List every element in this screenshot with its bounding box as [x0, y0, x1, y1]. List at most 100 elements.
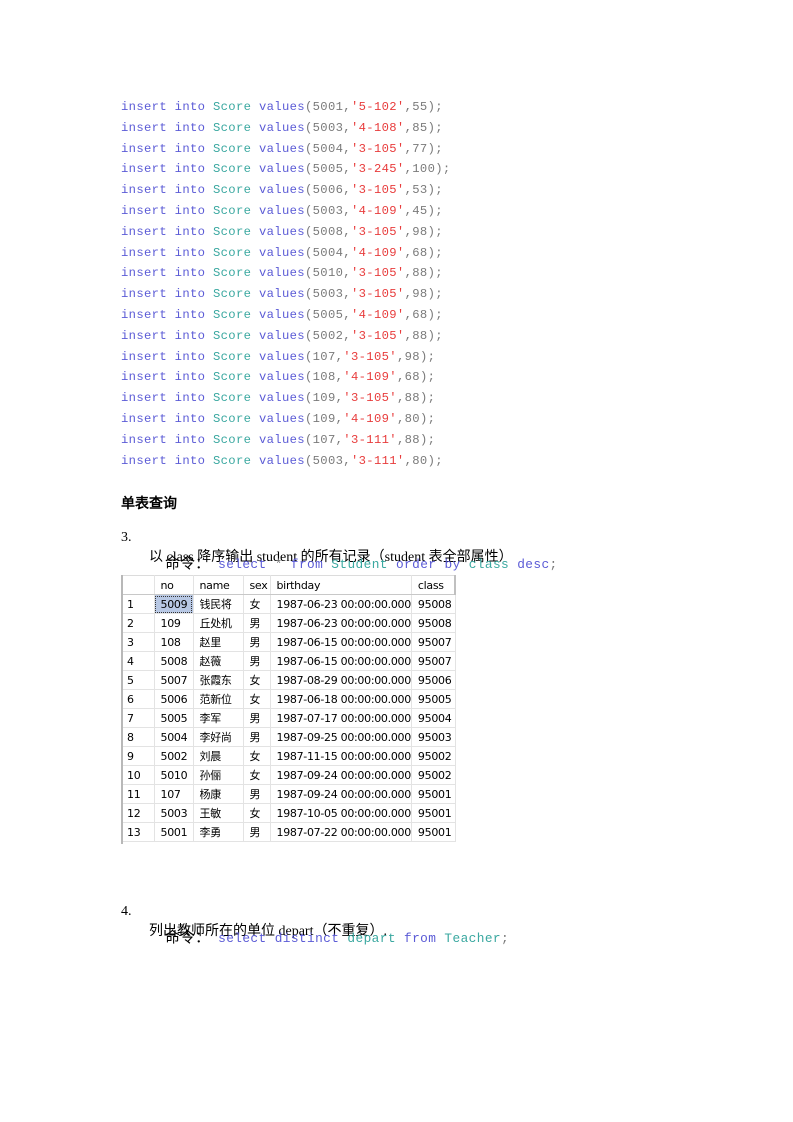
cell-name[interactable]: 赵里	[192, 632, 244, 652]
row-number[interactable]: 7	[121, 708, 155, 728]
cell-birthday[interactable]: 1987-06-15 00:00:00.000	[269, 632, 412, 652]
cell-no[interactable]: 5003	[153, 803, 194, 823]
cell-sex[interactable]: 女	[242, 746, 271, 766]
cell-class[interactable]: 95001	[410, 803, 456, 823]
cell-name[interactable]: 丘处机	[192, 613, 244, 633]
cell-sex[interactable]: 男	[242, 822, 271, 842]
row-number[interactable]: 9	[121, 746, 155, 766]
cell-birthday[interactable]: 1987-06-23 00:00:00.000	[269, 613, 412, 633]
cell-class[interactable]: 95002	[410, 765, 456, 785]
column-header-birthday[interactable]: birthday	[269, 575, 412, 595]
cell-name[interactable]: 赵薇	[192, 651, 244, 671]
table-row[interactable]: 6 5006 范新位女 1987-06-18 00:00:00.000 95005	[121, 689, 456, 709]
cell-name[interactable]: 李好尚	[192, 727, 244, 747]
cell-class[interactable]: 95001	[410, 822, 456, 842]
cell-no[interactable]: 5009	[153, 594, 194, 614]
row-number[interactable]: 10	[121, 765, 155, 785]
cell-sex[interactable]: 女	[242, 803, 271, 823]
cell-no[interactable]: 5010	[153, 765, 194, 785]
table-row[interactable]: 8 5004 李好尚男 1987-09-25 00:00:00.000 95003	[121, 727, 456, 747]
cell-sex[interactable]: 女	[242, 765, 271, 785]
cell-no[interactable]: 107	[153, 784, 194, 804]
table-row[interactable]: 12 5003 王敏女 1987-10-05 00:00:00.000 95001	[121, 803, 456, 823]
cell-name[interactable]: 王敏	[192, 803, 244, 823]
cell-class[interactable]: 95008	[410, 613, 456, 633]
cell-no[interactable]: 5006	[153, 689, 194, 709]
row-number[interactable]: 4	[121, 651, 155, 671]
cell-birthday[interactable]: 1987-10-05 00:00:00.000	[269, 803, 412, 823]
row-number[interactable]: 2	[121, 613, 155, 633]
cell-name[interactable]: 范新位	[192, 689, 244, 709]
cell-no[interactable]: 5004	[153, 727, 194, 747]
cell-name[interactable]: 刘晨	[192, 746, 244, 766]
cell-name[interactable]: 张霞东	[192, 670, 244, 690]
cell-sex[interactable]: 男	[242, 727, 271, 747]
table-row[interactable]: 7 5005 李军男 1987-07-17 00:00:00.000 95004	[121, 708, 456, 728]
table-row[interactable]: 2 109 丘处机男 1987-06-23 00:00:00.000 95008	[121, 613, 456, 633]
cell-birthday[interactable]: 1987-06-15 00:00:00.000	[269, 651, 412, 671]
row-number[interactable]: 11	[121, 784, 155, 804]
cell-class[interactable]: 95007	[410, 651, 456, 671]
table-row[interactable]: 3 108 赵里男 1987-06-15 00:00:00.000 95007	[121, 632, 456, 652]
cell-name[interactable]: 钱民将	[192, 594, 244, 614]
column-header-no[interactable]: no	[153, 575, 194, 595]
code-line: insert into Score values(5003,'3-105',98…	[121, 284, 451, 305]
cell-birthday[interactable]: 1987-08-29 00:00:00.000	[269, 670, 412, 690]
cell-birthday[interactable]: 1987-09-24 00:00:00.000	[269, 765, 412, 785]
table-row[interactable]: 5 5007 张霞东女 1987-08-29 00:00:00.000 95006	[121, 670, 456, 690]
cell-no[interactable]: 5008	[153, 651, 194, 671]
cell-class[interactable]: 95001	[410, 784, 456, 804]
row-number[interactable]: 3	[121, 632, 155, 652]
column-header-name[interactable]: name	[192, 575, 244, 595]
cell-birthday[interactable]: 1987-06-18 00:00:00.000	[269, 689, 412, 709]
row-number[interactable]: 6	[121, 689, 155, 709]
cell-sex[interactable]: 男	[242, 613, 271, 633]
cell-birthday[interactable]: 1987-09-24 00:00:00.000	[269, 784, 412, 804]
table-row[interactable]: 1 5009 钱民将女 1987-06-23 00:00:00.000 95008	[121, 594, 456, 614]
cell-no[interactable]: 5005	[153, 708, 194, 728]
cell-birthday[interactable]: 1987-07-17 00:00:00.000	[269, 708, 412, 728]
column-header-class[interactable]: class	[410, 575, 457, 595]
column-header-sex[interactable]: sex	[242, 575, 271, 595]
cell-class[interactable]: 95007	[410, 632, 456, 652]
cell-sex[interactable]: 男	[242, 632, 271, 652]
cell-class[interactable]: 95006	[410, 670, 456, 690]
cell-no[interactable]: 5001	[153, 822, 194, 842]
cell-class[interactable]: 95003	[410, 727, 456, 747]
table-row[interactable]: 9 5002 刘晨女 1987-11-15 00:00:00.000 95002	[121, 746, 456, 766]
table-row[interactable]: 11 107 杨康男 1987-09-24 00:00:00.000 95001	[121, 784, 456, 804]
cell-birthday[interactable]: 1987-07-22 00:00:00.000	[269, 822, 412, 842]
row-number[interactable]: 1	[121, 594, 155, 614]
cell-name[interactable]: 孙俪	[192, 765, 244, 785]
cell-no[interactable]: 109	[153, 613, 194, 633]
cell-no[interactable]: 5007	[153, 670, 194, 690]
cell-no[interactable]: 5002	[153, 746, 194, 766]
cell-sex[interactable]: 女	[242, 670, 271, 690]
cell-class[interactable]: 95004	[410, 708, 456, 728]
cell-class[interactable]: 95008	[410, 594, 456, 614]
cell-sex[interactable]: 女	[242, 689, 271, 709]
table-row[interactable]: 10 5010 孙俪女 1987-09-24 00:00:00.000 95002	[121, 765, 456, 785]
cell-birthday[interactable]: 1987-09-25 00:00:00.000	[269, 727, 412, 747]
cell-class[interactable]: 95002	[410, 746, 456, 766]
row-number[interactable]: 13	[121, 822, 155, 842]
column-header-rownum[interactable]	[121, 575, 155, 595]
row-number[interactable]: 12	[121, 803, 155, 823]
table-row[interactable]: 4 5008 赵薇男 1987-06-15 00:00:00.000 95007	[121, 651, 456, 671]
row-number[interactable]: 5	[121, 670, 155, 690]
sql-keyword: into	[174, 266, 206, 281]
cell-name[interactable]: 李勇	[192, 822, 244, 842]
cell-birthday[interactable]: 1987-06-23 00:00:00.000	[269, 594, 412, 614]
cell-name[interactable]: 杨康	[192, 784, 244, 804]
cell-no[interactable]: 108	[153, 632, 194, 652]
cell-sex[interactable]: 女	[242, 594, 271, 614]
cell-class[interactable]: 95005	[410, 689, 456, 709]
table-row[interactable]: 13 5001 李勇男 1987-07-22 00:00:00.000 95001	[121, 822, 456, 842]
cell-name[interactable]: 李军	[192, 708, 244, 728]
cell-sex[interactable]: 男	[242, 784, 271, 804]
cell-sex[interactable]: 男	[242, 651, 271, 671]
cell-birthday[interactable]: 1987-11-15 00:00:00.000	[269, 746, 412, 766]
cell-sex[interactable]: 男	[242, 708, 271, 728]
row-number[interactable]: 8	[121, 727, 155, 747]
